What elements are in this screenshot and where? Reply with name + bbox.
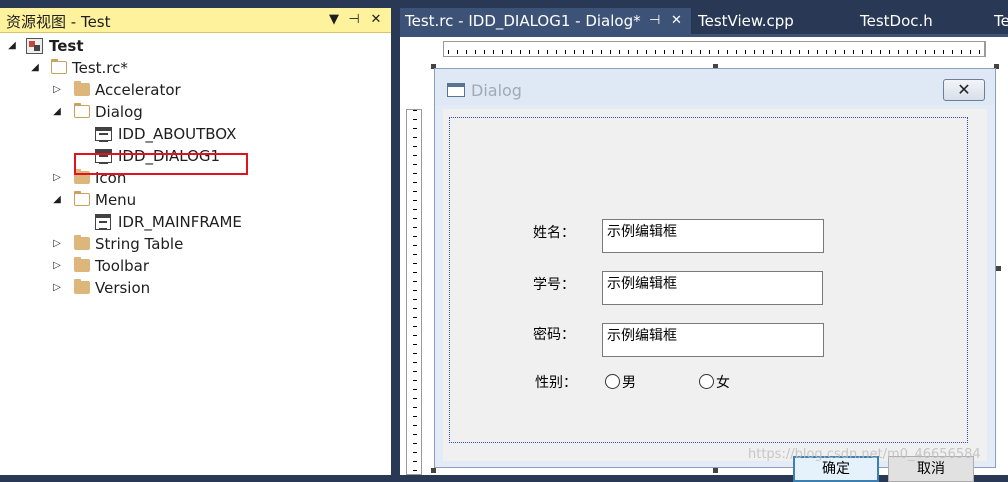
folder-icon — [74, 81, 90, 96]
collapse-icon[interactable]: ◢ — [6, 40, 18, 52]
radio-circle[interactable] — [605, 374, 620, 389]
tree-label-toolbar: Toolbar — [95, 257, 150, 275]
dialog-editor: Dialog ✕ 姓名： 示例编辑框 学号： 示例编辑框 密码： 示例编辑框 性… — [400, 37, 1008, 482]
panel-splitter[interactable] — [391, 0, 400, 475]
gender-label: 性别： — [535, 375, 577, 391]
tree-node-string-table[interactable]: ▷ String Table — [0, 233, 380, 255]
tab-label: Test.rc - IDD_DIALOG1 - Dialog* — [405, 12, 641, 30]
horizontal-ruler[interactable] — [443, 41, 985, 57]
tree-label-string-table: String Table — [95, 235, 184, 253]
tree-node-accelerator[interactable]: ▷ Accelerator — [0, 79, 380, 101]
tree-node-rc-file[interactable]: ◢ Test.rc* — [0, 57, 380, 79]
watermark-text: https://blog.csdn.net/m0_46656584 — [748, 447, 981, 462]
pin-icon[interactable]: ⊣ — [344, 10, 364, 30]
expand-icon[interactable]: ▷ — [51, 260, 63, 272]
collapse-icon[interactable]: ◢ — [51, 106, 63, 118]
dialog-title-bar: Dialog ✕ — [435, 69, 995, 105]
radio-male-label: 男 — [622, 375, 636, 391]
tree-node-menu[interactable]: ◢ Menu — [0, 189, 380, 211]
password-label: 密码： — [533, 327, 575, 343]
close-icon[interactable]: ✕ — [366, 10, 386, 30]
ruler-corner — [985, 41, 1005, 57]
folder-open-icon — [74, 103, 90, 118]
student-id-edit-box[interactable]: 示例编辑框 — [602, 271, 823, 305]
expand-icon[interactable]: ▷ — [51, 84, 63, 96]
menu-resource-icon — [95, 214, 111, 230]
collapse-icon[interactable]: ◢ — [51, 194, 63, 206]
folder-icon — [74, 279, 90, 294]
tree-node-aboutbox[interactable]: IDD_ABOUTBOX — [0, 123, 380, 145]
tree-label-version: Version — [95, 279, 151, 297]
tree-node-mainframe[interactable]: IDR_MAINFRAME — [0, 211, 380, 233]
resize-handle[interactable] — [431, 468, 436, 473]
vertical-ruler[interactable] — [406, 109, 422, 475]
dialog-caption: Dialog — [471, 81, 522, 100]
radio-female-label: 女 — [716, 375, 730, 391]
tree-label-menu: Menu — [95, 191, 137, 209]
tree-label-accelerator: Accelerator — [95, 81, 181, 99]
password-edit-box[interactable]: 示例编辑框 — [602, 323, 824, 357]
expand-icon[interactable]: ▷ — [51, 238, 63, 250]
window-icon — [447, 83, 465, 97]
project-icon — [26, 38, 43, 54]
selection-highlight — [74, 153, 248, 175]
tab-testview-cpp[interactable]: TestView.cpp — [691, 8, 841, 34]
tree-label-dialog: Dialog — [95, 103, 143, 121]
resource-view-panel: 资源视图 - Test ▼ ⊣ ✕ ◢ Test ◢ Test.rc* ▷ Ac… — [0, 8, 391, 475]
resize-handle[interactable] — [996, 266, 1001, 271]
tree-node-toolbar[interactable]: ▷ Toolbar — [0, 255, 380, 277]
resource-view-title: 资源视图 - Test — [6, 13, 111, 31]
tab-label: TestView.cpp — [698, 12, 794, 30]
document-tabs: Test.rc - IDD_DIALOG1 - Dialog* ⊣ ✕ Test… — [400, 8, 1008, 34]
resize-handle[interactable] — [713, 468, 718, 473]
student-id-label: 学号： — [533, 277, 575, 293]
dialog-preview[interactable]: Dialog ✕ 姓名： 示例编辑框 学号： 示例编辑框 密码： 示例编辑框 性… — [434, 68, 996, 482]
tree-label-aboutbox: IDD_ABOUTBOX — [118, 125, 237, 143]
tab-label: Te — [994, 12, 1008, 30]
tab-test-rc[interactable]: Test.rc - IDD_DIALOG1 - Dialog* ⊣ ✕ — [400, 8, 691, 34]
tree-node-project[interactable]: ◢ Test — [0, 35, 380, 57]
pin-icon[interactable]: ⊣ — [649, 9, 660, 33]
radio-female[interactable]: 女 — [699, 374, 730, 391]
tree-node-version[interactable]: ▷ Version — [0, 277, 380, 299]
folder-icon — [74, 257, 90, 272]
tab-testdoc-h[interactable]: TestDoc.h — [852, 8, 982, 34]
tab-label: TestDoc.h — [860, 12, 933, 30]
name-label: 姓名： — [533, 225, 575, 241]
folder-open-icon — [51, 59, 67, 74]
tree-label-mainframe: IDR_MAINFRAME — [118, 213, 242, 231]
collapse-icon[interactable]: ◢ — [29, 62, 41, 74]
expand-icon[interactable]: ▷ — [51, 172, 63, 184]
folder-icon — [74, 235, 90, 250]
resource-view-title-bar: 资源视图 - Test ▼ ⊣ ✕ — [0, 8, 391, 33]
expand-icon[interactable]: ▷ — [51, 282, 63, 294]
dialog-resource-icon — [95, 127, 112, 142]
folder-open-icon — [74, 191, 90, 206]
tree-label-rc-file: Test.rc* — [72, 59, 128, 77]
close-icon[interactable]: ✕ — [943, 79, 985, 101]
tree-node-dialog[interactable]: ◢ Dialog — [0, 101, 380, 123]
tree-label-project: Test — [49, 37, 84, 55]
dropdown-icon[interactable]: ▼ — [324, 10, 344, 30]
tab-overflow[interactable]: Te — [992, 8, 1008, 34]
name-edit-box[interactable]: 示例编辑框 — [602, 219, 824, 253]
radio-male[interactable]: 男 — [605, 374, 636, 391]
close-icon[interactable]: ✕ — [671, 9, 682, 33]
radio-circle[interactable] — [699, 374, 714, 389]
